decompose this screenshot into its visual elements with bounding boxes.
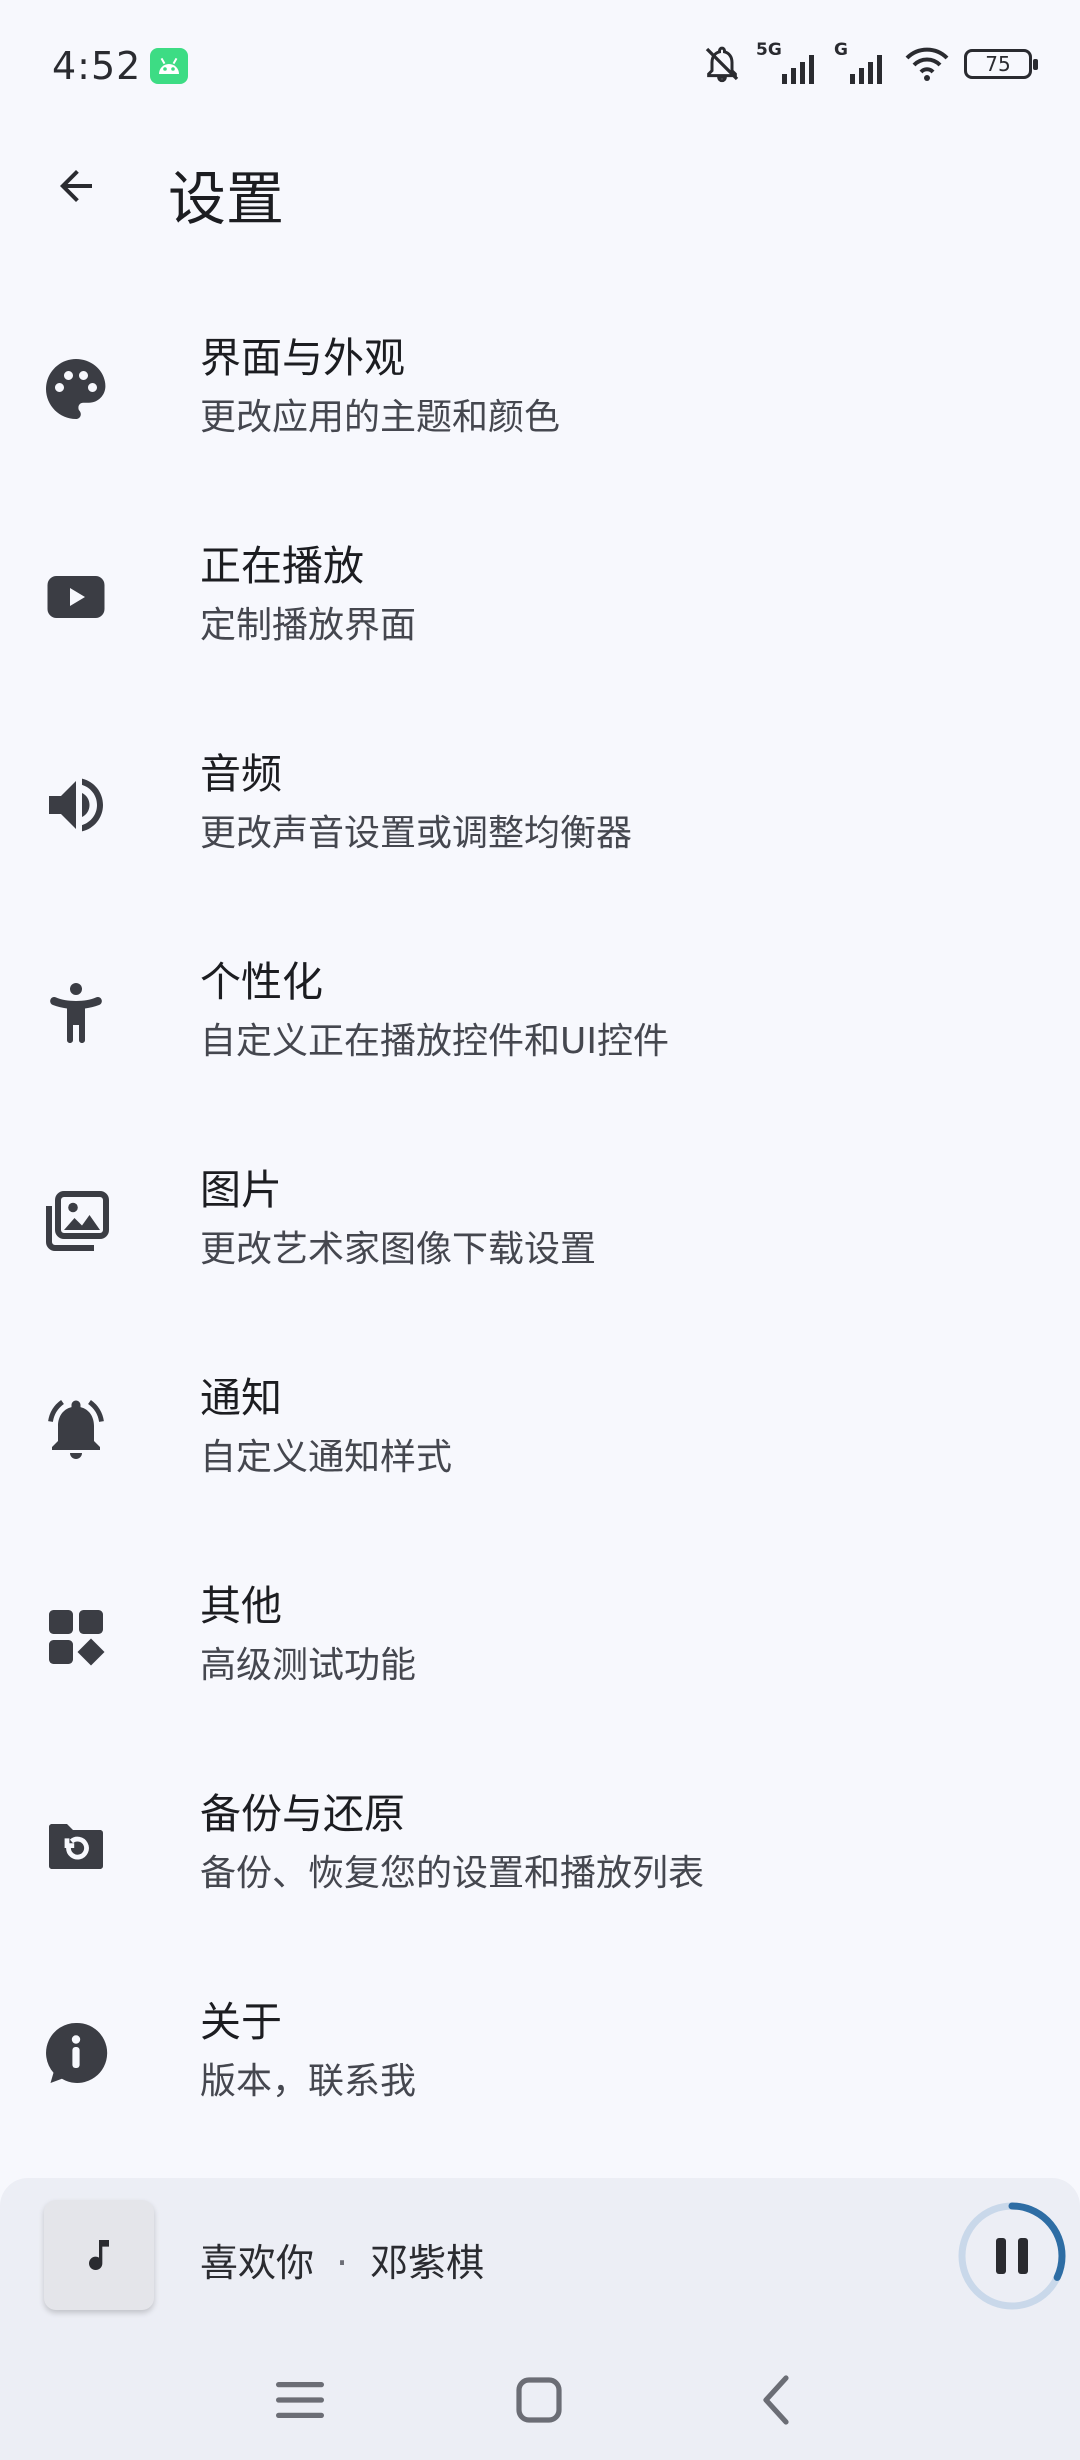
page-title: 设置 (168, 165, 285, 233)
setting-appearance[interactable]: 界面与外观 更改应用的主题和颜色 (0, 300, 1080, 500)
setting-subtitle: 自定义正在播放控件和UI控件 (200, 1021, 669, 1062)
setting-title: 通知 (200, 1374, 282, 1422)
signal-icon (850, 55, 882, 84)
setting-title: 音频 (200, 750, 282, 798)
setting-subtitle: 更改艺术家图像下载设置 (200, 1229, 597, 1270)
arrow-left-icon (60, 170, 92, 202)
folder-restore-icon (40, 1809, 112, 1881)
song-artist: 邓紫棋 (370, 2241, 485, 2285)
volume-icon (40, 769, 112, 841)
wifi-icon (905, 47, 949, 81)
setting-title: 备份与还原 (200, 1790, 405, 1838)
pause-icon (996, 2238, 1028, 2274)
youtube-play-icon (40, 561, 112, 633)
setting-title: 关于 (200, 1998, 282, 2046)
setting-title: 界面与外观 (200, 334, 405, 382)
album-art[interactable] (44, 2200, 154, 2310)
bell-off-icon (705, 46, 739, 83)
setting-title: 其他 (200, 1582, 282, 1630)
nav-menu-button[interactable] (268, 2368, 332, 2432)
setting-subtitle: 更改应用的主题和颜色 (200, 397, 561, 438)
palette-icon (40, 353, 112, 425)
mini-player[interactable]: 喜欢你 · 邓紫棋 (0, 2178, 1080, 2338)
setting-personalize[interactable]: 个性化 自定义正在播放控件和UI控件 (0, 924, 1080, 1124)
song-separator: · (336, 2241, 349, 2285)
setting-subtitle: 更改声音设置或调整均衡器 (200, 813, 633, 854)
image-icon (40, 1185, 112, 1257)
setting-other[interactable]: 其他 高级测试功能 (0, 1548, 1080, 1748)
network-label-1: 5G (756, 40, 782, 60)
android-icon (150, 48, 188, 84)
setting-title: 个性化 (200, 958, 323, 1006)
setting-subtitle: 备份、恢复您的设置和播放列表 (200, 1853, 705, 1894)
accessibility-person-icon (40, 977, 112, 1049)
signal-icon (782, 55, 814, 84)
setting-title: 图片 (200, 1166, 282, 1214)
setting-now-playing[interactable]: 正在播放 定制播放界面 (0, 508, 1080, 708)
song-title: 喜欢你 (200, 2241, 315, 2285)
home-square-icon (516, 2377, 562, 2423)
nav-back-button[interactable] (746, 2368, 810, 2432)
setting-audio[interactable]: 音频 更改声音设置或调整均衡器 (0, 716, 1080, 916)
setting-backup[interactable]: 备份与还原 备份、恢复您的设置和播放列表 (0, 1756, 1080, 1956)
network-label-2: G (834, 40, 848, 60)
setting-notifications[interactable]: 通知 自定义通知样式 (0, 1340, 1080, 1540)
setting-subtitle: 高级测试功能 (200, 1645, 417, 1686)
status-time: 4:52 (52, 44, 142, 88)
widgets-icon (40, 1601, 112, 1673)
signal-5g: 5G (756, 40, 820, 84)
info-icon (40, 2017, 112, 2089)
setting-subtitle: 版本，联系我 (200, 2061, 417, 2102)
signal-g: G (834, 40, 890, 84)
battery-indicator: 75 (964, 49, 1038, 79)
back-button[interactable] (40, 150, 112, 222)
menu-icon (276, 2382, 324, 2418)
status-icons: 5G G 75 (702, 40, 1038, 86)
music-note-icon (89, 2240, 109, 2270)
bell-icon (40, 1393, 112, 1465)
play-pause-button[interactable] (954, 2198, 1070, 2314)
setting-about[interactable]: 关于 版本，联系我 (0, 1964, 1080, 2164)
nav-home-button[interactable] (507, 2368, 571, 2432)
song-info[interactable]: 喜欢你 · 邓紫棋 (200, 2232, 484, 2287)
chevron-left-icon (763, 2375, 789, 2425)
setting-subtitle: 定制播放界面 (200, 605, 417, 646)
setting-title: 正在播放 (200, 542, 364, 590)
status-bar: 4:52 5G G 75 (0, 0, 1080, 135)
system-nav-bar (0, 2338, 1080, 2460)
setting-images[interactable]: 图片 更改艺术家图像下载设置 (0, 1132, 1080, 1332)
setting-subtitle: 自定义通知样式 (200, 1437, 453, 1478)
